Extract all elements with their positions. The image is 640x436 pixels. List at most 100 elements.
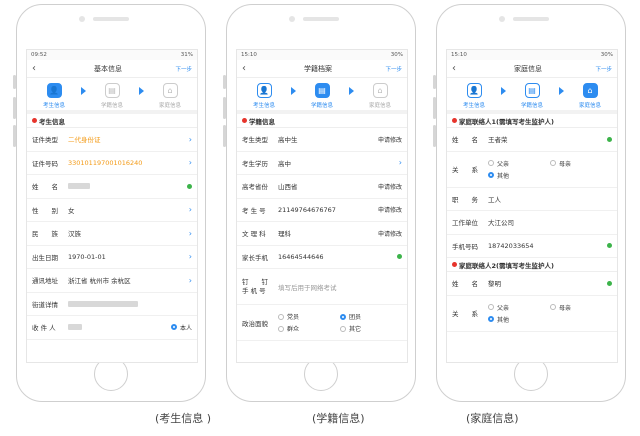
radio-unselected-icon[interactable] bbox=[550, 304, 556, 310]
next-step-button[interactable]: 下一步 bbox=[590, 65, 612, 73]
step-3[interactable]: ⌂ 家庭信息 bbox=[363, 83, 397, 109]
form-row[interactable]: 高考省份 山西省 申请修改 bbox=[237, 175, 407, 199]
form-row[interactable]: 手机号码 18742033654 bbox=[447, 235, 617, 258]
apply-modify-link[interactable]: 申请修改 bbox=[378, 135, 402, 144]
radio-option[interactable]: 父亲 bbox=[488, 159, 550, 168]
form-row[interactable]: 考生类型 高中生 申请修改 bbox=[237, 128, 407, 152]
next-step-button[interactable]: 下一步 bbox=[170, 65, 192, 73]
radio-unselected-icon[interactable] bbox=[278, 325, 284, 332]
form-row[interactable]: 性 别 女 › bbox=[27, 199, 197, 222]
form-row[interactable]: 政治面貌 党员 团员 群众 其它 bbox=[237, 305, 407, 341]
form-row[interactable]: 通讯地址 浙江省 杭州市 余杭区 › bbox=[27, 269, 197, 293]
form-row[interactable]: 文 理 科 理科 申请修改 bbox=[237, 222, 407, 246]
chevron-right-icon[interactable]: › bbox=[184, 158, 192, 167]
radio-selected-icon[interactable] bbox=[488, 172, 494, 178]
form-row[interactable]: 收 件 人 本人 bbox=[27, 316, 197, 340]
step-3[interactable]: ⌂ 家庭信息 bbox=[573, 83, 607, 109]
apply-modify-link[interactable]: 申请修改 bbox=[378, 205, 402, 214]
field-value[interactable]: 21149764676767 bbox=[278, 206, 378, 214]
radio-option[interactable]: 其他 bbox=[488, 171, 550, 180]
field-value[interactable]: 王者荣 bbox=[488, 134, 607, 144]
step-1[interactable]: 👤 考生信息 bbox=[247, 83, 281, 109]
step-2[interactable]: ▤ 学籍信息 bbox=[95, 83, 129, 109]
field-value[interactable]: 高中生 bbox=[278, 134, 378, 144]
step-3[interactable]: ⌂ 家庭信息 bbox=[153, 83, 187, 109]
radio-group[interactable]: 父亲 母亲 其他 bbox=[488, 159, 612, 180]
radio-selected-icon[interactable] bbox=[170, 324, 177, 331]
step-2[interactable]: ▤ 学籍信息 bbox=[515, 83, 549, 109]
radio-option[interactable]: 父亲 bbox=[488, 303, 550, 312]
form-row[interactable]: 关 系 父亲 母亲 其他 bbox=[447, 152, 617, 188]
radio-option[interactable]: 母亲 bbox=[550, 159, 612, 168]
radio-option[interactable]: 群众 bbox=[278, 324, 340, 333]
radio-unselected-icon[interactable] bbox=[488, 160, 494, 166]
radio-unselected-icon[interactable] bbox=[488, 304, 494, 310]
form-row[interactable]: 关 系 父亲 母亲 其他 bbox=[447, 296, 617, 332]
field-value[interactable]: 黎明 bbox=[488, 278, 607, 288]
field-value[interactable]: 二代身份证 bbox=[68, 134, 184, 144]
field-value[interactable]: 女 bbox=[68, 205, 184, 215]
radio-unselected-icon[interactable] bbox=[340, 325, 346, 332]
field-value[interactable]: 高中 bbox=[278, 158, 394, 168]
field-value[interactable]: 大江公司 bbox=[488, 217, 612, 227]
radio-label: 父亲 bbox=[497, 160, 510, 168]
field-value[interactable]: 汉族 bbox=[68, 228, 184, 238]
field-value[interactable]: 330101197001016240 bbox=[68, 159, 184, 167]
step-1[interactable]: 👤 考生信息 bbox=[457, 83, 491, 109]
form-row[interactable]: 街道详情 bbox=[27, 293, 197, 316]
chevron-right-icon[interactable]: › bbox=[184, 276, 192, 285]
apply-modify-link[interactable]: 申请修改 bbox=[378, 229, 402, 238]
back-arrow-icon[interactable]: ‹ bbox=[452, 63, 466, 74]
radio-option[interactable]: 母亲 bbox=[550, 303, 612, 312]
radio-unselected-icon[interactable] bbox=[550, 160, 556, 166]
field-value[interactable]: 理科 bbox=[278, 228, 378, 238]
field-value[interactable]: 16464544646 bbox=[278, 253, 397, 261]
field-label: 高考省份 bbox=[242, 183, 268, 192]
radio-group[interactable]: 党员 团员 群众 其它 bbox=[278, 312, 402, 333]
form-row[interactable]: 考 生 号 21149764676767 申请修改 bbox=[237, 199, 407, 222]
form-row[interactable]: 姓 名 黎明 bbox=[447, 272, 617, 296]
title-bar: ‹ 学籍档案 下一步 bbox=[237, 60, 407, 78]
radio-option[interactable]: 其他 bbox=[488, 315, 550, 324]
form-row[interactable]: 姓 名 王者荣 bbox=[447, 128, 617, 152]
field-value[interactable]: 1970-01-01 bbox=[68, 253, 184, 261]
form-row[interactable]: 考生学历 高中 › bbox=[237, 152, 407, 175]
field-value[interactable]: 浙江省 杭州市 余杭区 bbox=[68, 275, 184, 285]
form-row[interactable]: 工作单位 大江公司 bbox=[447, 211, 617, 235]
form-row[interactable]: 证件号码 330101197001016240 › bbox=[27, 152, 197, 175]
form-row[interactable]: 家长手机 16464544646 bbox=[237, 246, 407, 269]
radio-option[interactable]: 党员 bbox=[278, 312, 340, 321]
person-icon: 👤 bbox=[466, 83, 482, 98]
step-2[interactable]: ▤ 学籍信息 bbox=[305, 83, 339, 109]
form-row[interactable]: 钉 钉 手 机 号填写后用于网络考试 bbox=[237, 269, 407, 305]
chevron-right-icon[interactable]: › bbox=[184, 252, 192, 261]
form-row[interactable]: 民 族 汉族 › bbox=[27, 222, 197, 246]
back-arrow-icon[interactable]: ‹ bbox=[242, 63, 256, 74]
form-row[interactable]: 出生日期 1970-01-01 › bbox=[27, 246, 197, 269]
field-value[interactable]: 山西省 bbox=[278, 181, 378, 191]
chevron-right-icon[interactable]: › bbox=[184, 205, 192, 214]
field-value[interactable]: 填写后用于网络考试 bbox=[278, 282, 402, 292]
status-battery: 31% bbox=[180, 52, 193, 58]
radio-selected-icon[interactable] bbox=[340, 313, 346, 320]
chevron-right-icon[interactable]: › bbox=[184, 229, 192, 238]
field-value[interactable]: 18742033654 bbox=[488, 242, 607, 250]
radio-option[interactable]: 团员 bbox=[340, 312, 402, 321]
step-arrow-icon bbox=[348, 87, 354, 95]
step-1[interactable]: 👤 考生信息 bbox=[37, 83, 71, 109]
radio-option[interactable]: 其它 bbox=[340, 324, 402, 333]
step-label: 家庭信息 bbox=[368, 103, 391, 109]
form-row[interactable]: 证件类型 二代身份证 › bbox=[27, 128, 197, 152]
chevron-right-icon[interactable]: › bbox=[184, 135, 192, 144]
field-value[interactable]: 工人 bbox=[488, 194, 612, 204]
form-row[interactable]: 姓 名 bbox=[27, 175, 197, 199]
next-step-button[interactable]: 下一步 bbox=[380, 65, 402, 73]
form-row[interactable]: 职 务 工人 bbox=[447, 188, 617, 211]
apply-modify-link[interactable]: 申请修改 bbox=[378, 182, 402, 191]
radio-unselected-icon[interactable] bbox=[278, 313, 284, 320]
radio-selected-icon[interactable] bbox=[488, 316, 494, 322]
recipient-self-radio[interactable]: 本人 bbox=[170, 323, 192, 332]
radio-group[interactable]: 父亲 母亲 其他 bbox=[488, 303, 612, 324]
chevron-right-icon[interactable]: › bbox=[394, 158, 402, 167]
back-arrow-icon[interactable]: ‹ bbox=[32, 63, 46, 74]
